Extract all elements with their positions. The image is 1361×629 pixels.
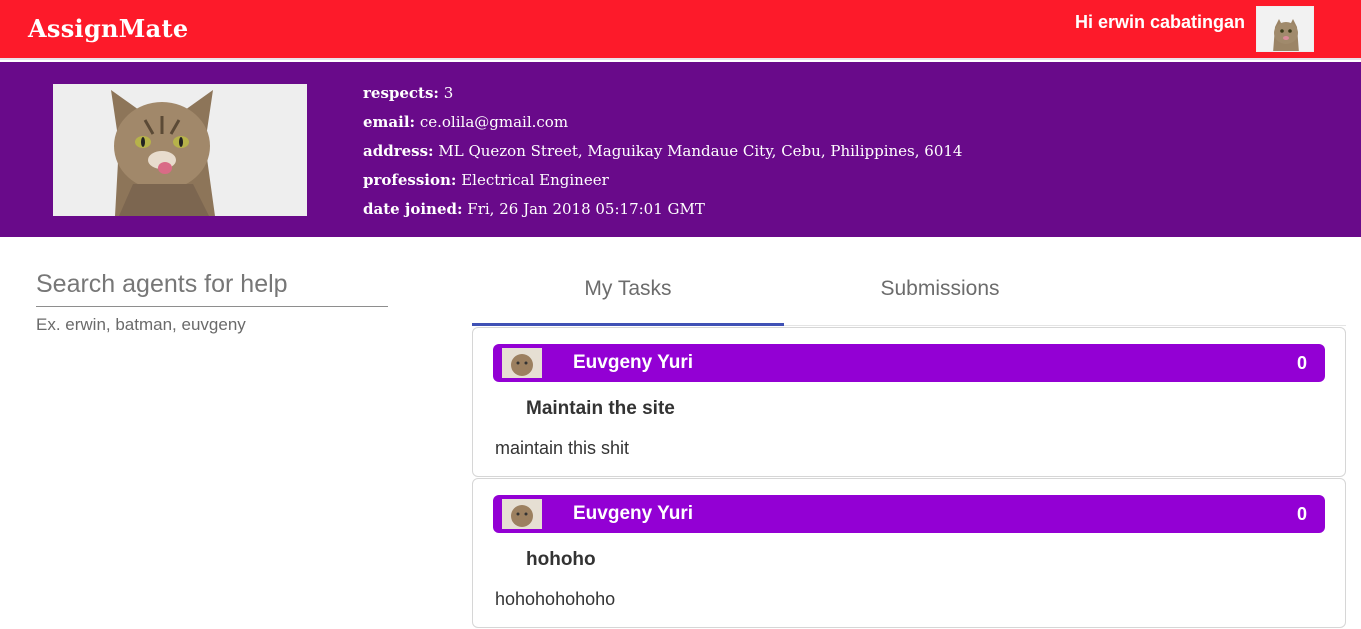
brand-logo[interactable]: AssignMate [28, 14, 188, 43]
tab-my-tasks[interactable]: My Tasks [472, 268, 784, 326]
address-value: ML Quezon Street, Maguikay Mandaue City,… [438, 142, 963, 160]
task-count: 0 [1296, 504, 1307, 524]
task-tabs: My Tasks Submissions [472, 268, 1346, 326]
address-label: address: [363, 142, 434, 160]
agent-avatar-icon [502, 499, 542, 529]
task-card[interactable]: Euvgeny Yuri 0 hohoho hohohohohoho [472, 478, 1346, 628]
respects-value: 3 [443, 84, 454, 102]
agent-name[interactable]: Euvgeny Yuri [573, 344, 693, 382]
agent-avatar-icon [502, 348, 542, 378]
user-greeting[interactable]: Hi erwin cabatingan [1075, 12, 1245, 33]
task-title: Maintain the site [526, 398, 675, 419]
profession-value: Electrical Engineer [461, 171, 609, 189]
agent-name[interactable]: Euvgeny Yuri [573, 495, 693, 533]
email-label: email: [363, 113, 416, 131]
profile-photo [53, 84, 307, 216]
email-row: email: ce.olila@gmail.com [363, 108, 962, 137]
task-card-header: Euvgeny Yuri 0 [493, 495, 1325, 533]
task-card[interactable]: Euvgeny Yuri 0 Maintain the site maintai… [472, 327, 1346, 477]
profile-details: respects: 3 email: ce.olila@gmail.com ad… [363, 79, 962, 224]
top-navbar: AssignMate Hi erwin cabatingan [0, 0, 1361, 60]
search-agents-input[interactable] [36, 262, 388, 307]
search-hint: Ex. erwin, batman, euvgeny [36, 315, 246, 334]
task-description: maintain this shit [495, 438, 630, 458]
profession-row: profession: Electrical Engineer [363, 166, 962, 195]
task-card-header: Euvgeny Yuri 0 [493, 344, 1325, 382]
profession-label: profession: [363, 171, 457, 189]
date-joined-row: date joined: Fri, 26 Jan 2018 05:17:01 G… [363, 195, 962, 224]
profile-banner: respects: 3 email: ce.olila@gmail.com ad… [0, 62, 1361, 237]
user-avatar-icon[interactable] [1256, 6, 1314, 52]
respects-label: respects: [363, 84, 439, 102]
date-joined-label: date joined: [363, 200, 463, 218]
respects-row: respects: 3 [363, 79, 962, 108]
tab-submissions[interactable]: Submissions [784, 268, 1096, 326]
task-title: hohoho [526, 549, 596, 570]
date-joined-value: Fri, 26 Jan 2018 05:17:01 GMT [467, 200, 705, 218]
address-row: address: ML Quezon Street, Maguikay Mand… [363, 137, 962, 166]
task-description: hohohohohoho [495, 589, 616, 609]
task-count: 0 [1296, 353, 1307, 373]
email-value: ce.olila@gmail.com [419, 113, 569, 131]
